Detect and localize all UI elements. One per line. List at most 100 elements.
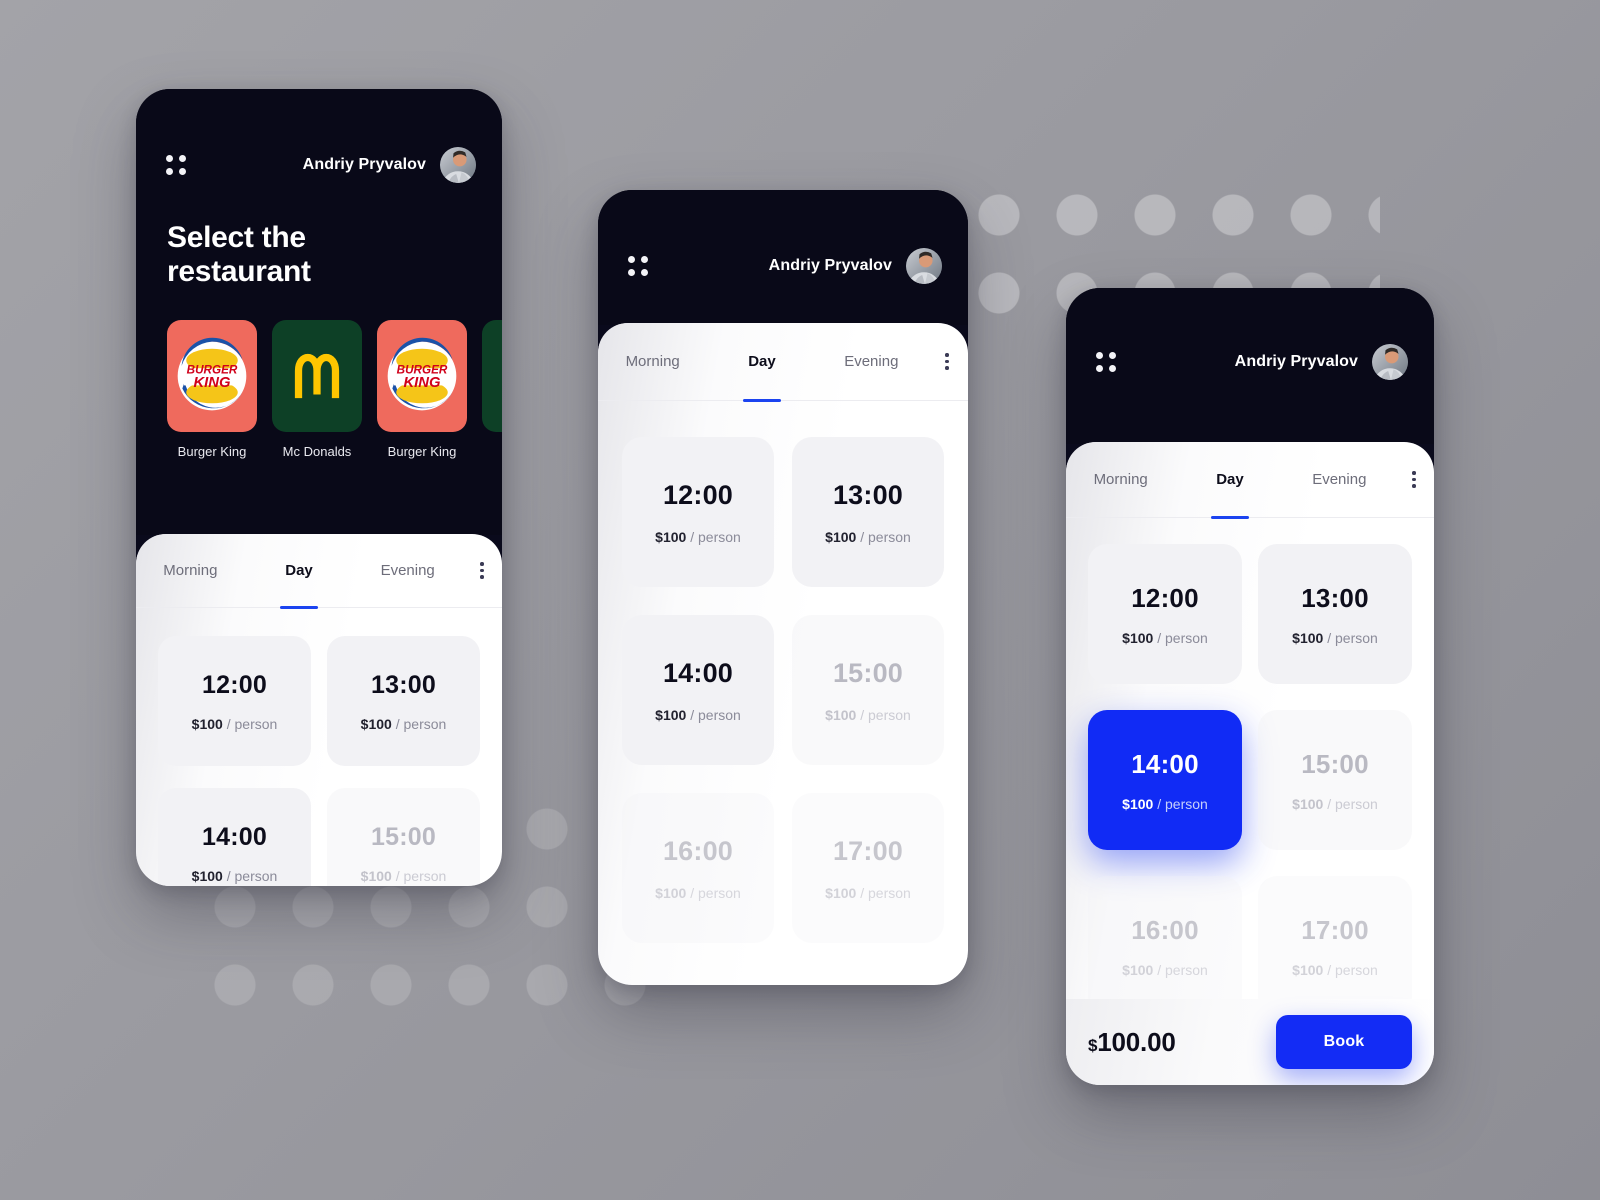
- restaurant-card[interactable]: BURGER KING Burger King: [167, 320, 257, 459]
- time-slot-card[interactable]: 14:00 $100 / person: [622, 615, 774, 765]
- kebab-dot: [480, 575, 484, 579]
- time-slot-time: 12:00: [202, 670, 267, 699]
- tab-evening[interactable]: Evening: [1285, 442, 1394, 518]
- tab-day[interactable]: Day: [707, 323, 816, 401]
- grid-dot: [1096, 365, 1103, 372]
- user-avatar[interactable]: [1372, 344, 1408, 380]
- kebab-dot: [1412, 484, 1416, 488]
- restaurant-logo-tile[interactable]: [482, 320, 502, 433]
- tab-evening[interactable]: Evening: [353, 534, 462, 608]
- grid-dot: [1096, 352, 1103, 359]
- avatar-illustration: [906, 248, 942, 284]
- phone2-time-slot-grid[interactable]: 12:00 $100 / person 13:00 $100 / person 14:0…: [598, 401, 968, 943]
- tab-evening[interactable]: Evening: [817, 323, 926, 401]
- time-slot-time: 14:00: [202, 822, 267, 851]
- phone1-time-tabs[interactable]: Morning Day Evening: [136, 534, 502, 608]
- time-slot-price: $100 / person: [191, 867, 278, 884]
- time-slot-time: 16:00: [662, 835, 734, 866]
- time-slot-price-unit: / person: [690, 706, 741, 723]
- time-slot-price: $100 / person: [1122, 629, 1208, 646]
- grid-dots-icon[interactable]: [628, 256, 648, 276]
- phone1-header: Andriy Pryvalov Select the restaurant BU…: [136, 89, 502, 535]
- grid-dot: [166, 155, 173, 162]
- tab-day[interactable]: Day: [245, 534, 354, 608]
- time-slot-price: $100 / person: [1122, 795, 1208, 812]
- grid-dot: [179, 168, 186, 175]
- tab-morning[interactable]: Morning: [136, 534, 245, 608]
- phone2-user-chip[interactable]: Andriy Pryvalov: [769, 248, 942, 284]
- restaurant-card[interactable]: BURGER KING Burger King: [377, 320, 467, 459]
- phone1-time-slot-grid[interactable]: 12:00 $100 / person 13:00 $100 / person 14:0…: [136, 608, 502, 886]
- time-slot-price-unit: / person: [1157, 795, 1208, 812]
- phone3-time-slot-grid[interactable]: 12:00 $100 / person 13:00 $100 / person 14:0…: [1066, 518, 1434, 1016]
- grid-dots-icon[interactable]: [1096, 352, 1116, 372]
- phone3-time-tabs[interactable]: Morning Day Evening: [1066, 442, 1434, 518]
- kebab-dot: [945, 359, 949, 364]
- restaurant-list[interactable]: BURGER KING Burger King Mc Donalds BURGER KIN…: [136, 320, 502, 459]
- user-avatar[interactable]: [906, 248, 942, 284]
- phone1-booking-sheet: Morning Day Evening 12:00 $100 / person 13…: [136, 534, 502, 886]
- time-slot-card[interactable]: 12:00 $100 / person: [158, 636, 311, 766]
- time-slot-card: 15:00 $100 / person: [1258, 710, 1412, 850]
- time-slot-price: $100 / person: [655, 884, 741, 901]
- time-slot-price-unit: / person: [690, 528, 741, 545]
- time-slot-price-unit: / person: [860, 884, 911, 901]
- restaurant-logo-tile[interactable]: BURGER KING: [167, 320, 257, 433]
- time-slot-card[interactable]: 12:00 $100 / person: [1088, 544, 1242, 684]
- time-slot-card: 17:00 $100 / person: [1258, 876, 1412, 1016]
- booking-footer: $100.00 Book: [1066, 999, 1434, 1085]
- time-slot-time: 13:00: [832, 479, 904, 510]
- more-vertical-icon[interactable]: [926, 323, 968, 401]
- restaurant-card[interactable]: Mc Donalds: [272, 320, 362, 459]
- time-slot-time: 17:00: [832, 835, 904, 866]
- time-slot-price-unit: / person: [1157, 961, 1208, 978]
- book-button[interactable]: Book: [1276, 1015, 1412, 1069]
- user-avatar[interactable]: [440, 147, 476, 183]
- currency-symbol: $: [1088, 1035, 1098, 1055]
- kebab-dot: [945, 366, 949, 370]
- time-slot-price: $100 / person: [825, 528, 911, 545]
- time-slot-price: $100 / person: [360, 715, 447, 732]
- phone3-user-chip[interactable]: Andriy Pryvalov: [1235, 344, 1408, 380]
- grid-dot: [179, 155, 186, 162]
- phone1-user-chip[interactable]: Andriy Pryvalov: [303, 147, 476, 183]
- more-vertical-icon[interactable]: [1394, 442, 1434, 518]
- time-slot-card[interactable]: 13:00 $100 / person: [327, 636, 480, 766]
- time-slot-time: 13:00: [1301, 582, 1369, 613]
- restaurant-card[interactable]: Mc: [482, 320, 502, 459]
- user-name: Andriy Pryvalov: [302, 156, 426, 173]
- phone2-booking-sheet: Morning Day Evening 12:00 $100 / person 13…: [598, 323, 968, 985]
- time-slot-price: $100 / person: [360, 867, 447, 884]
- mcdonalds-logo: [494, 343, 502, 409]
- tab-day[interactable]: Day: [1175, 442, 1284, 518]
- time-slot-card[interactable]: 13:00 $100 / person: [1258, 544, 1412, 684]
- time-slot-card[interactable]: 14:00 $100 / person: [158, 788, 311, 886]
- time-slot-card[interactable]: 14:00 $100 / person: [1088, 710, 1242, 850]
- phone2-topbar: Andriy Pryvalov: [598, 190, 968, 284]
- phone1-topbar: Andriy Pryvalov: [136, 89, 502, 183]
- restaurant-name: Burger King: [177, 444, 247, 460]
- restaurant-name: Burger King: [387, 444, 457, 460]
- phone2-time-tabs[interactable]: Morning Day Evening: [598, 323, 968, 401]
- time-slot-price: $100 / person: [1122, 961, 1208, 978]
- more-vertical-icon[interactable]: [462, 534, 502, 608]
- time-slot-time: 15:00: [832, 657, 904, 688]
- grid-dots-icon[interactable]: [166, 155, 186, 175]
- time-slot-card[interactable]: 12:00 $100 / person: [622, 437, 774, 587]
- time-slot-time: 14:00: [1131, 748, 1199, 779]
- tab-morning[interactable]: Morning: [598, 323, 707, 401]
- time-slot-price: $100 / person: [825, 706, 911, 723]
- avatar-illustration: [440, 147, 476, 183]
- kebab-dot: [945, 353, 949, 357]
- restaurant-logo-tile[interactable]: [272, 320, 362, 433]
- grid-dot: [1109, 365, 1116, 372]
- time-slot-time: 15:00: [371, 822, 436, 851]
- time-slot-card[interactable]: 13:00 $100 / person: [792, 437, 944, 587]
- user-name: Andriy Pryvalov: [1234, 353, 1358, 370]
- grid-dot: [628, 269, 635, 276]
- svg-text:KING: KING: [403, 375, 441, 391]
- restaurant-logo-tile[interactable]: BURGER KING: [377, 320, 467, 433]
- time-slot-time: 12:00: [1131, 582, 1199, 613]
- tab-morning[interactable]: Morning: [1066, 442, 1175, 518]
- grid-dot: [641, 256, 648, 263]
